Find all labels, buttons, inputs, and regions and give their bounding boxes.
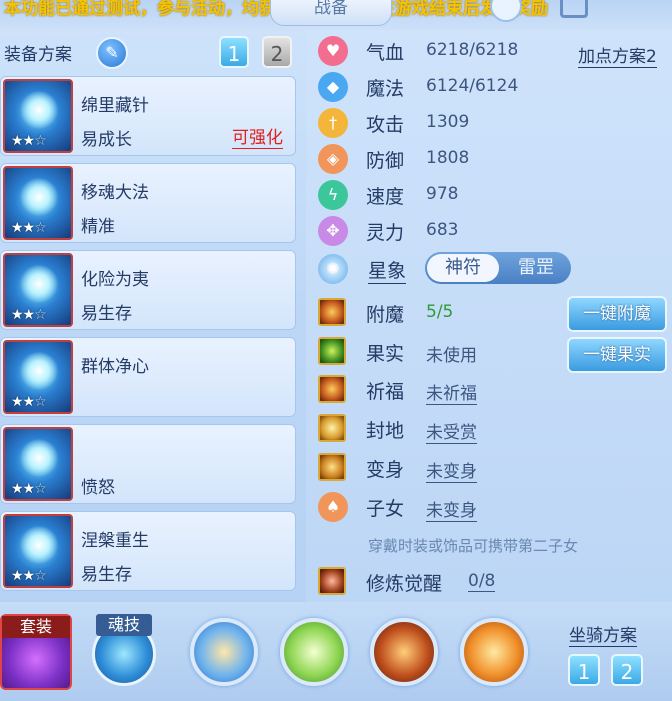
transform-value[interactable]: 未变身 (426, 457, 477, 483)
mount-slot-3[interactable] (366, 612, 442, 692)
skill-card[interactable]: ★★☆ 涅槃重生 易生存 (0, 511, 296, 591)
stat-value: 1808 (426, 148, 470, 168)
transform-icon (318, 453, 346, 481)
skill-card[interactable]: ★★☆ 移魂大法 精准 (0, 163, 296, 243)
stat-label: 攻击 (366, 114, 405, 136)
stat-value: 1309 (426, 112, 470, 132)
stat-label: 祈福 (366, 381, 405, 403)
skill-name: 群体净心 (81, 357, 149, 377)
equip-set-1-button[interactable]: 1 (219, 36, 249, 68)
children-value[interactable]: 未变身 (426, 496, 477, 522)
pen-icon: ✎ (105, 43, 119, 62)
stat-label: 变身 (366, 459, 405, 481)
skill-card[interactable]: ★★☆ 群体净心 (0, 337, 296, 417)
mount-set-1-button[interactable]: 1 (568, 654, 600, 686)
mount-slot-1[interactable] (186, 612, 262, 692)
skill-name: 绵里藏针 (81, 96, 149, 116)
star-rating: ★★☆ (11, 481, 47, 497)
star-option-leigang[interactable]: 雷罡 (503, 254, 569, 282)
star-rating: ★★☆ (11, 133, 47, 149)
skill-thumbnail-icon: ★★☆ (3, 253, 73, 327)
skill-trait: 易生存 (81, 565, 132, 585)
star-sign-toggle[interactable]: 神符 雷罡 (425, 252, 571, 284)
skill-thumbnail-icon: ★★☆ (3, 514, 73, 588)
one-click-enchant-button[interactable]: 一键附魔 (567, 296, 667, 332)
one-click-fruit-button[interactable]: 一键果实 (567, 337, 667, 373)
stat-plan-link[interactable]: 加点方案2 (578, 42, 657, 68)
stat-label: 灵力 (366, 222, 405, 244)
skill-name: 化险为夷 (81, 270, 149, 290)
stat-label: 子女 (366, 498, 405, 520)
skill-thumbnail-icon: ★★☆ (3, 340, 73, 414)
skill-card[interactable]: ★★☆ 化险为夷 易生存 (0, 250, 296, 330)
sword-icon: † (318, 108, 348, 138)
fruit-icon (318, 337, 346, 365)
skill-thumbnail-icon: ★★☆ (3, 79, 73, 153)
edit-plan-button[interactable]: ✎ (96, 37, 128, 69)
stat-value: 978 (426, 184, 459, 204)
mount-beast-icon (370, 618, 438, 686)
window-title: 战备 (270, 0, 392, 26)
lightning-icon: ϟ (318, 180, 348, 210)
skill-name: 移魂大法 (81, 183, 149, 203)
mount-plan-label[interactable]: 坐骑方案 (569, 621, 637, 647)
stat-label: 防御 (366, 150, 405, 172)
mount-slot-4[interactable] (456, 612, 532, 692)
mount-slot-2[interactable] (276, 612, 352, 692)
soul-skill-button[interactable]: 魂技 (88, 614, 160, 690)
skill-thumbnail-icon: ★★☆ (3, 166, 73, 240)
awakening-icon (318, 567, 346, 595)
enchant-icon (318, 298, 346, 326)
notepad-icon[interactable] (560, 0, 588, 18)
droplet-icon: ◆ (318, 72, 348, 102)
star-option-shenfu[interactable]: 神符 (427, 254, 499, 282)
mount-leaf-icon (280, 618, 348, 686)
stat-label: 气血 (366, 42, 405, 64)
star-sign-link[interactable]: 星象 (368, 256, 407, 284)
star-rating: ★★☆ (11, 568, 47, 584)
enhance-link[interactable]: 可强化 (232, 123, 283, 149)
starburst-icon: ✺ (318, 254, 348, 284)
mount-set-2-button[interactable]: 2 (611, 654, 643, 686)
stat-label: 魔法 (366, 78, 405, 100)
child-icon: ♠ (318, 492, 348, 522)
blessing-icon (318, 375, 346, 403)
skill-trait: 易生存 (81, 304, 132, 324)
mount-figure-icon (190, 618, 258, 686)
enchant-value: 5/5 (426, 302, 454, 322)
skill-card[interactable]: ★★☆ 愤怒 (0, 424, 296, 504)
skill-card[interactable]: ★★☆ 绵里藏针 易成长 可强化 (0, 76, 296, 156)
soul-skill-label: 魂技 (96, 614, 152, 636)
skill-name: 涅槃重生 (81, 531, 149, 551)
awakening-value[interactable]: 0/8 (468, 571, 496, 592)
star-rating: ★★☆ (11, 220, 47, 236)
fief-value[interactable]: 未受赏 (426, 418, 477, 444)
skill-trait: 精准 (81, 217, 115, 237)
fruit-value: 未使用 (426, 346, 477, 366)
stat-value: 6124/6124 (426, 76, 519, 96)
second-child-hint: 穿戴时装或饰品可携带第二子女 (368, 537, 579, 555)
stat-value: 6218/6218 (426, 40, 519, 60)
equip-set-2-button[interactable]: 2 (262, 36, 292, 68)
heart-icon: ♥ (318, 36, 348, 66)
skill-thumbnail-icon: ★★☆ (3, 427, 73, 501)
blessing-value[interactable]: 未祈福 (426, 379, 477, 405)
skill-trait: 愤怒 (81, 478, 115, 498)
stat-label: 附魔 (366, 304, 405, 326)
stat-value: 683 (426, 220, 459, 240)
stat-label: 修炼觉醒 (366, 573, 443, 595)
stat-label: 封地 (366, 420, 405, 442)
equipment-plan-title: 装备方案 (4, 45, 72, 65)
stat-label: 果实 (366, 343, 405, 365)
mount-warrior-icon (460, 618, 528, 686)
outfit-button[interactable]: 套装 (0, 614, 72, 690)
skill-trait: 易成长 (81, 130, 132, 150)
stat-label: 速度 (366, 186, 405, 208)
outfit-label: 套装 (2, 616, 70, 638)
shield-icon: ◈ (318, 144, 348, 174)
star-rating: ★★☆ (11, 307, 47, 323)
fief-icon (318, 414, 346, 442)
star-rating: ★★☆ (11, 394, 47, 410)
spirit-icon: ✥ (318, 216, 348, 246)
